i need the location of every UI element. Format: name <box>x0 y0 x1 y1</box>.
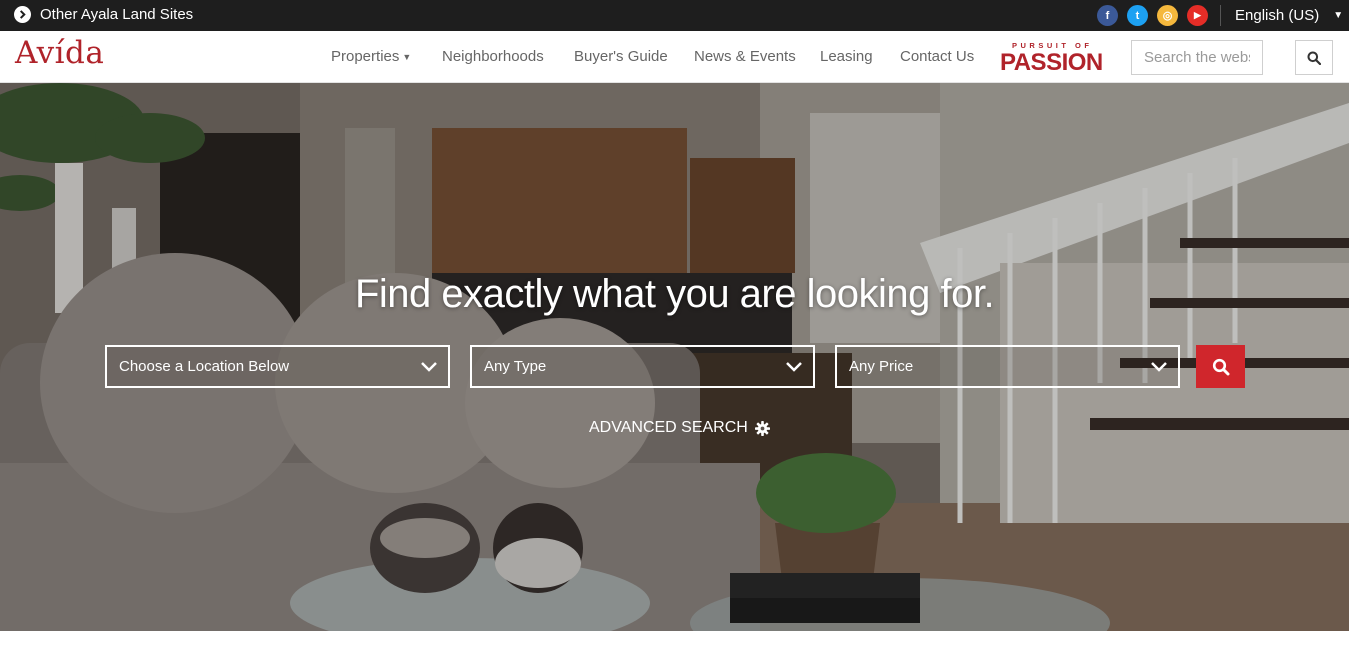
youtube-icon[interactable]: ▶ <box>1187 5 1208 26</box>
top-utility-bar: Other Ayala Land Sites f t ◎ ▶ English (… <box>0 0 1349 31</box>
nav-item-leasing[interactable]: Leasing <box>820 48 873 65</box>
language-label: English (US) <box>1235 7 1320 24</box>
advanced-search-link[interactable]: ADVANCED SEARCH <box>589 419 770 437</box>
search-input[interactable] <box>1132 41 1262 74</box>
location-select[interactable]: Choose a Location Below <box>105 345 450 388</box>
property-search-button[interactable] <box>1196 345 1245 388</box>
site-search-field[interactable] <box>1131 40 1263 75</box>
search-icon <box>1307 51 1321 65</box>
main-navigation: Avída Properties ▼ Neighborhoods Buyer's … <box>0 31 1349 83</box>
location-select-value: Choose a Location Below <box>119 358 290 375</box>
caret-down-icon: ▼ <box>1333 10 1344 21</box>
price-select-value: Any Price <box>849 358 914 375</box>
twitter-icon[interactable]: t <box>1127 5 1148 26</box>
nav-item-buyers-guide[interactable]: Buyer's Guide <box>574 48 668 65</box>
hero-headline: Find exactly what you are looking for. <box>354 272 995 316</box>
gear-icon <box>754 420 770 436</box>
chevron-down-icon <box>421 361 437 372</box>
site-search-button[interactable] <box>1295 40 1333 75</box>
property-type-select[interactable]: Any Type <box>470 345 815 388</box>
chevron-down-icon <box>1151 361 1167 372</box>
nav-item-neighborhoods[interactable]: Neighborhoods <box>442 48 544 65</box>
chevron-down-icon <box>786 361 802 372</box>
nav-item-label: Properties <box>331 48 400 65</box>
advanced-search-label: ADVANCED SEARCH <box>589 419 748 436</box>
search-icon <box>1212 358 1229 375</box>
nav-item-contact-us[interactable]: Contact Us <box>900 48 974 65</box>
caret-down-icon: ▼ <box>402 52 412 63</box>
property-type-select-value: Any Type <box>484 358 547 375</box>
nav-item-properties[interactable]: Properties ▼ <box>331 48 411 65</box>
instagram-icon[interactable]: ◎ <box>1157 5 1178 26</box>
language-selector[interactable]: English (US) ▼ <box>1235 7 1343 24</box>
campaign-title: PASSION <box>1000 49 1103 76</box>
topbar-divider <box>1220 5 1221 26</box>
pursuit-of-passion-logo[interactable]: PURSUIT OF PASSION <box>1000 41 1104 76</box>
facebook-icon[interactable]: f <box>1097 5 1118 26</box>
chevron-right-icon <box>14 6 31 23</box>
avida-logo[interactable]: Avída <box>15 35 104 71</box>
price-select[interactable]: Any Price <box>835 345 1180 388</box>
other-ayala-land-sites-link[interactable]: Other Ayala Land Sites <box>14 6 193 23</box>
nav-item-news-events[interactable]: News & Events <box>694 48 796 65</box>
other-sites-label: Other Ayala Land Sites <box>40 6 194 23</box>
hero-banner: Find exactly what you are looking for. C… <box>0 83 1349 631</box>
